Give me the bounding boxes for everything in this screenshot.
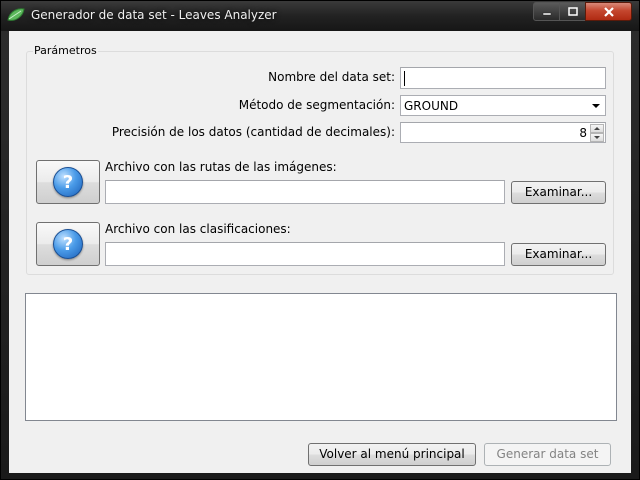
title-bar[interactable]: Generador de data set - Leaves Analyzer bbox=[1, 1, 639, 31]
maximize-icon bbox=[567, 6, 578, 16]
generate-dataset-button[interactable]: Generar data set bbox=[484, 443, 611, 466]
text-caret bbox=[404, 71, 405, 86]
routes-help-button[interactable]: ? bbox=[36, 160, 100, 204]
segmentation-method-label: Método de segmentación: bbox=[238, 98, 395, 112]
help-icon: ? bbox=[53, 167, 83, 197]
minimize-button[interactable] bbox=[533, 2, 560, 21]
maximize-button[interactable] bbox=[559, 2, 586, 21]
spin-down-button[interactable] bbox=[590, 133, 604, 142]
leaf-icon bbox=[7, 8, 25, 21]
help-icon: ? bbox=[53, 229, 83, 259]
segmentation-method-select[interactable]: GROUND bbox=[400, 95, 606, 116]
routes-file-input[interactable] bbox=[105, 180, 505, 204]
segmentation-method-value: GROUND bbox=[404, 99, 459, 113]
precision-label: Precisión de los datos (cantidad de deci… bbox=[111, 125, 395, 139]
classifications-file-input[interactable] bbox=[105, 242, 505, 266]
app-window: Generador de data set - Leaves Analyzer … bbox=[0, 0, 640, 480]
classifications-file-label: Archivo con las clasificaciones: bbox=[105, 222, 291, 236]
chevron-down-icon bbox=[592, 104, 600, 108]
spin-buttons bbox=[590, 124, 604, 142]
spin-up-button[interactable] bbox=[590, 124, 604, 133]
classifications-help-button[interactable]: ? bbox=[36, 222, 100, 266]
dataset-name-input[interactable] bbox=[400, 67, 606, 89]
back-to-main-menu-button[interactable]: Volver al menú principal bbox=[308, 443, 476, 466]
precision-value: 8 bbox=[579, 126, 587, 140]
precision-stepper[interactable]: 8 bbox=[400, 122, 606, 143]
output-log-area[interactable] bbox=[25, 293, 617, 421]
minimize-icon bbox=[542, 12, 551, 15]
close-button[interactable] bbox=[585, 2, 632, 21]
dataset-name-label: Nombre del data set: bbox=[268, 70, 395, 84]
parameters-legend: Parámetros bbox=[33, 44, 98, 57]
window-title: Generador de data set - Leaves Analyzer bbox=[31, 8, 277, 22]
routes-browse-button[interactable]: Examinar... bbox=[511, 181, 606, 204]
classifications-browse-button[interactable]: Examinar... bbox=[511, 243, 606, 266]
window-client-area: Parámetros Nombre del data set: Método d… bbox=[9, 31, 631, 473]
routes-file-label: Archivo con las rutas de las imágenes: bbox=[105, 160, 337, 174]
close-icon bbox=[603, 6, 614, 17]
